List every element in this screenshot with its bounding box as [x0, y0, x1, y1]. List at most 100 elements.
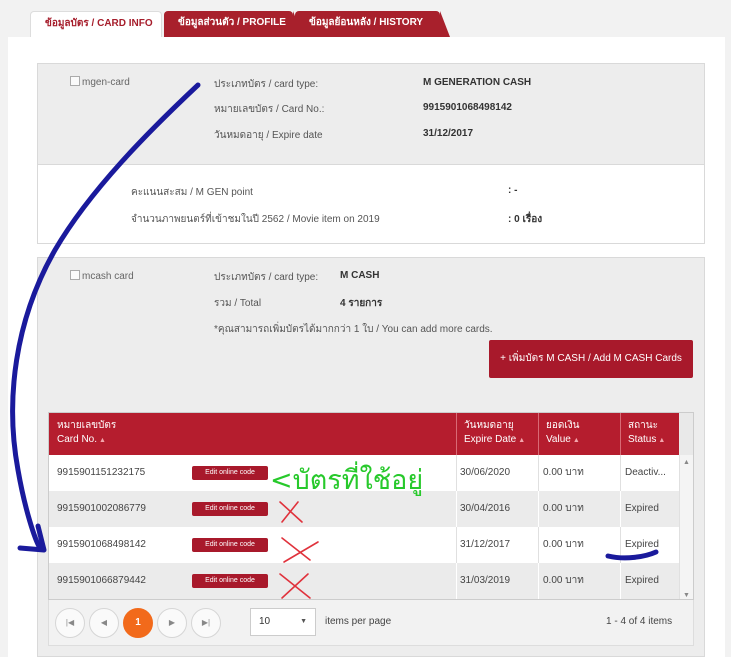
col-header-en: Value: [546, 434, 571, 445]
mgen-card-box: mgen-card ประเภทบัตร / card type: M GENE…: [37, 63, 705, 165]
add-mcash-card-button[interactable]: + เพิ่มบัตร M CASH / Add M CASH Cards: [489, 340, 693, 378]
sort-icon: ▲: [572, 437, 580, 444]
mcash-card-type-label: ประเภทบัตร / card type:: [214, 272, 319, 283]
column-divider: [620, 413, 621, 455]
column-divider: [456, 491, 457, 527]
pager-summary: 1 - 4 of 4 items: [606, 616, 673, 627]
col-header-en: Status: [628, 434, 657, 445]
mcash-cards-grid: หมายเลขบัตร Card No. ▲ วันหมดอายุ Expire …: [48, 412, 694, 600]
column-divider: [538, 455, 539, 491]
tab-card-info[interactable]: ข้อมูลบัตร / CARD INFO: [30, 11, 162, 37]
items-per-page-label: items per page: [325, 616, 392, 627]
cell-status: Expired: [625, 539, 659, 550]
mgen-card-no-value: 9915901068498142: [423, 102, 512, 113]
cell-card-no: 9915901151232175: [57, 467, 146, 478]
table-row[interactable]: 9915901066879442 Edit online code 31/03/…: [49, 563, 679, 599]
column-divider: [538, 527, 539, 563]
movie-item-value: : 0 เรื่อง: [508, 214, 543, 225]
edit-online-code-button[interactable]: Edit online code: [192, 502, 268, 516]
table-row[interactable]: 9915901068498142 Edit online code 31/12/…: [49, 527, 679, 563]
cell-card-no: 9915901002086779: [57, 503, 146, 514]
col-header-card-no[interactable]: หมายเลขบัตร Card No. ▲: [57, 419, 116, 448]
col-header-th: หมายเลขบัตร: [57, 420, 117, 431]
grid-header-scroll-gap: [679, 413, 693, 455]
movie-item-label: จำนวนภาพยนตร์ที่เข้าชมในปี 2562 / Movie …: [131, 214, 380, 225]
sort-icon: ▲: [518, 437, 526, 444]
last-page-icon[interactable]: ▶|: [191, 608, 221, 638]
table-row[interactable]: 9915901002086779 Edit online code 30/04/…: [49, 491, 679, 527]
col-header-en: Card No.: [57, 434, 98, 445]
column-divider: [538, 491, 539, 527]
column-divider: [456, 413, 457, 455]
mgen-card-image: mgen-card: [70, 76, 130, 88]
mgen-card-type-value: M GENERATION CASH: [423, 77, 532, 88]
column-divider: [456, 527, 457, 563]
column-divider: [620, 491, 621, 527]
cell-card-no: 9915901068498142: [57, 539, 146, 550]
gen-point-value: : -: [508, 185, 518, 196]
page-size-select[interactable]: 10 ▼: [250, 608, 316, 636]
cell-expire: 30/04/2016: [460, 503, 511, 514]
col-header-value[interactable]: ยอดเงิน Value ▲: [546, 419, 580, 448]
prev-page-icon[interactable]: ◀: [89, 608, 119, 638]
mcash-card-image-alt: mcash card: [82, 271, 134, 282]
edit-online-code-button[interactable]: Edit online code: [192, 538, 268, 552]
points-box: คะแนนสะสม / M GEN point : - จำนวนภาพยนตร…: [37, 164, 705, 244]
mgen-expire-value: 31/12/2017: [423, 128, 474, 139]
mcash-card-type-value: M CASH: [340, 270, 380, 281]
chevron-down-icon: ▼: [300, 618, 307, 625]
tab-profile[interactable]: ข้อมูลส่วนตัว / PROFILE: [164, 11, 303, 37]
mcash-total-value: 4 รายการ: [340, 298, 383, 309]
cell-status: Deactiv...: [625, 467, 666, 478]
next-page-icon[interactable]: ▶: [157, 608, 187, 638]
col-header-th: ยอดเงิน: [546, 420, 580, 431]
tab-profile-label: ข้อมูลส่วนตัว / PROFILE: [178, 17, 286, 28]
tab-history[interactable]: ข้อมูลย้อนหลัง / HISTORY: [295, 11, 450, 37]
sort-icon: ▲: [658, 437, 666, 444]
cell-expire: 31/12/2017: [460, 539, 511, 550]
scroll-up-icon[interactable]: ▲: [683, 459, 690, 466]
col-header-th: วันหมดอายุ: [464, 420, 514, 431]
column-divider: [538, 563, 539, 599]
column-divider: [620, 527, 621, 563]
mcash-card-image: mcash card: [70, 270, 134, 282]
cell-value: 0.00 บาท: [543, 575, 584, 586]
table-row[interactable]: 9915901151232175 Edit online code 30/06/…: [49, 455, 679, 491]
column-divider: [620, 563, 621, 599]
tab-history-label: ข้อมูลย้อนหลัง / HISTORY: [309, 17, 424, 28]
broken-image-icon: [70, 270, 80, 280]
cell-value: 0.00 บาท: [543, 467, 584, 478]
cell-card-no: 9915901066879442: [57, 575, 146, 586]
edit-online-code-button[interactable]: Edit online code: [192, 466, 268, 480]
tab-bar: ข้อมูลบัตร / CARD INFO ข้อมูลส่วนตัว / P…: [0, 0, 731, 37]
column-divider: [538, 413, 539, 455]
tab-bevel: [440, 11, 450, 37]
cell-status: Expired: [625, 503, 659, 514]
cell-value: 0.00 บาท: [543, 503, 584, 514]
broken-image-icon: [70, 76, 80, 86]
col-header-en: Expire Date: [464, 434, 517, 445]
gen-point-label: คะแนนสะสม / M GEN point: [131, 187, 253, 198]
mgen-expire-label: วันหมดอายุ / Expire date: [214, 130, 323, 141]
scroll-down-icon[interactable]: ▼: [683, 592, 690, 599]
grid-header: หมายเลขบัตร Card No. ▲ วันหมดอายุ Expire …: [49, 413, 679, 455]
page-size-value: 10: [259, 616, 271, 627]
grid-vertical-scrollbar[interactable]: ▲ ▼: [679, 455, 693, 599]
page-number-button[interactable]: 1: [123, 608, 153, 638]
col-header-expire[interactable]: วันหมดอายุ Expire Date ▲: [464, 419, 525, 448]
mgen-card-no-label: หมายเลขบัตร / Card No.:: [214, 104, 325, 115]
edit-online-code-button[interactable]: Edit online code: [192, 574, 268, 588]
mgen-card-type-label: ประเภทบัตร / card type:: [214, 79, 319, 90]
column-divider: [456, 563, 457, 599]
first-page-icon[interactable]: |◀: [55, 608, 85, 638]
col-header-status[interactable]: สถานะ Status ▲: [628, 419, 665, 448]
cell-expire: 30/06/2020: [460, 467, 511, 478]
column-divider: [456, 455, 457, 491]
cell-expire: 31/03/2019: [460, 575, 511, 586]
mcash-total-label: รวม / Total: [214, 298, 262, 309]
sort-icon: ▲: [99, 437, 106, 444]
column-divider: [620, 455, 621, 491]
cell-status: Expired: [625, 575, 659, 586]
col-header-th: สถานะ: [628, 420, 658, 431]
mgen-card-image-alt: mgen-card: [82, 77, 130, 88]
